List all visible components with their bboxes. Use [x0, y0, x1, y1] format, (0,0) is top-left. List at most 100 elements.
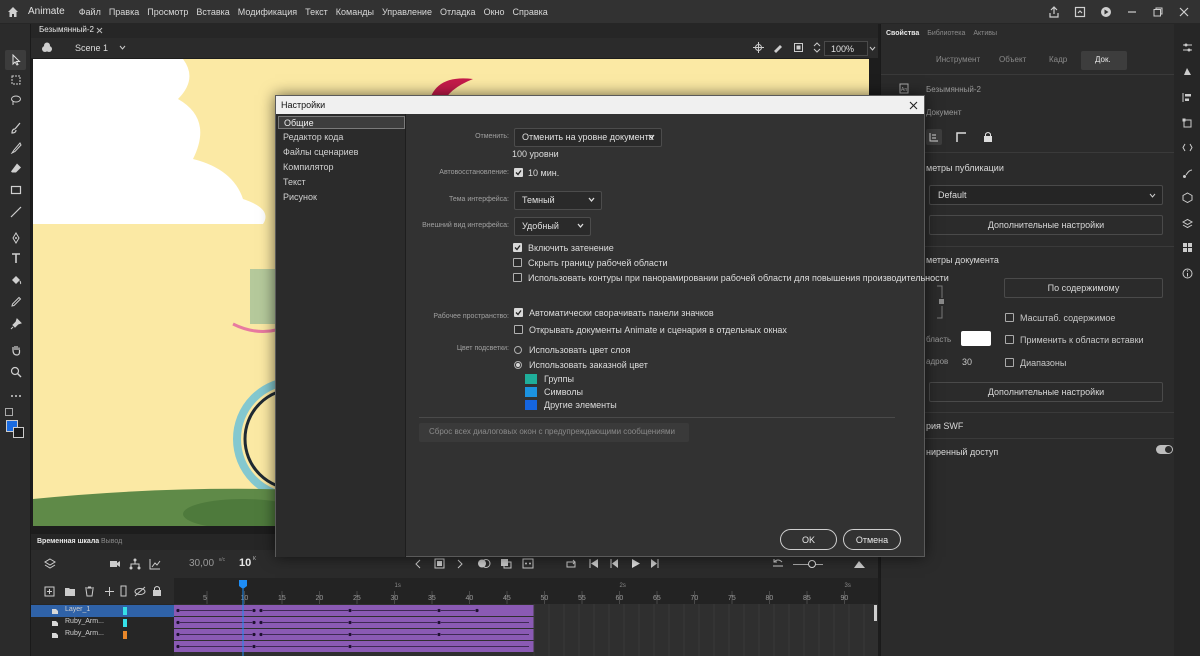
properties-panel-icon[interactable]: [1182, 42, 1193, 53]
graph-icon[interactable]: [149, 558, 161, 570]
stage-color-swatch[interactable]: [961, 331, 991, 346]
menu-control[interactable]: Управление: [382, 7, 432, 17]
layer-row[interactable]: Ruby_Arm...: [31, 629, 174, 641]
publish-settings-header[interactable]: метры публикации: [926, 163, 1004, 173]
play-icon[interactable]: [630, 558, 641, 569]
goto-first-frame-icon[interactable]: [588, 558, 599, 569]
menu-window[interactable]: Окно: [484, 7, 505, 17]
use-layer-color-radio[interactable]: [514, 346, 522, 354]
advanced-settings-button[interactable]: Дополнительные настройки: [929, 215, 1163, 235]
zoom-stepper-icon[interactable]: [813, 41, 821, 54]
delete-layer-icon[interactable]: [84, 586, 95, 597]
open-separate-checkbox[interactable]: [514, 325, 523, 334]
document-settings-header[interactable]: метры документа: [926, 255, 999, 265]
center-stage-icon[interactable]: [753, 42, 764, 53]
color-panel-icon[interactable]: [1182, 66, 1193, 77]
frame-zoom-handle[interactable]: [808, 560, 816, 568]
use-outlines-checkbox[interactable]: [513, 273, 522, 282]
accessibility-toggle[interactable]: [1156, 445, 1173, 454]
share-icon[interactable]: [1048, 6, 1060, 18]
frame-options-icon[interactable]: [522, 558, 534, 569]
onion-skin-icon[interactable]: [477, 558, 491, 569]
other-elements-color-swatch[interactable]: [525, 400, 537, 410]
subtab-doc[interactable]: Док.: [1081, 51, 1127, 70]
fit-frames-icon[interactable]: [772, 558, 784, 569]
category-script-files[interactable]: Файлы сценариев: [278, 146, 405, 159]
code-snippets-icon[interactable]: [1182, 142, 1193, 153]
subtab-frame[interactable]: Кадр: [1049, 55, 1067, 64]
lock-icon[interactable]: [983, 131, 993, 143]
layer-color-chip[interactable]: [123, 619, 127, 627]
insert-frame-icon[interactable]: [434, 558, 445, 569]
category-text[interactable]: Текст: [278, 176, 405, 189]
motion-presets-icon[interactable]: [1182, 168, 1193, 179]
tab-assets[interactable]: Активы: [973, 30, 997, 42]
camera-icon[interactable]: [109, 558, 121, 570]
visibility-icon[interactable]: [134, 586, 146, 597]
mountain-zoom-icon[interactable]: [853, 559, 866, 569]
minimize-icon[interactable]: [1126, 6, 1138, 18]
tab-properties[interactable]: Свойства: [886, 30, 919, 42]
paint-bucket-tool-icon[interactable]: [5, 270, 26, 290]
fill-color-swatch[interactable]: [13, 427, 24, 438]
chevron-down-icon[interactable]: [119, 45, 126, 50]
loop-icon[interactable]: [565, 558, 577, 569]
accessibility-header[interactable]: ниренный доступ: [926, 447, 998, 457]
menu-help[interactable]: Справка: [512, 7, 547, 17]
subtab-object[interactable]: Объект: [999, 55, 1026, 64]
frame-grid[interactable]: [174, 604, 878, 656]
category-compiler[interactable]: Компилятор: [278, 161, 405, 174]
subtab-tool[interactable]: Инструмент: [936, 55, 980, 64]
undo-dropdown[interactable]: Отменить на уровне документа: [514, 128, 662, 147]
new-folder-icon[interactable]: [64, 586, 76, 597]
theme-dropdown[interactable]: Темный: [514, 191, 602, 210]
eyedropper-tool-icon[interactable]: [5, 292, 26, 312]
align-doc-icon[interactable]: [926, 129, 942, 145]
menu-debug[interactable]: Отладка: [440, 7, 476, 17]
enable-shading-checkbox[interactable]: [513, 243, 522, 252]
use-custom-color-radio[interactable]: [514, 361, 522, 369]
scale-content-checkbox[interactable]: [1005, 313, 1014, 322]
undo-levels[interactable]: 100 уровни: [512, 149, 559, 159]
menu-modify[interactable]: Модификация: [238, 7, 297, 17]
edit-multiple-frames-icon[interactable]: [500, 558, 512, 569]
eraser-tool-icon[interactable]: [5, 158, 26, 178]
play-test-icon[interactable]: [1100, 6, 1112, 18]
line-tool-icon[interactable]: [5, 202, 26, 222]
symbols-color-swatch[interactable]: [525, 387, 537, 397]
close-window-icon[interactable]: [1178, 6, 1190, 18]
zoom-dropdown-icon[interactable]: [869, 46, 876, 51]
fit-to-content-button[interactable]: По содержимому: [1004, 278, 1163, 298]
hide-stage-border-checkbox[interactable]: [513, 258, 522, 267]
layer-parenting-icon[interactable]: [129, 558, 141, 570]
pin-tool-icon[interactable]: [5, 314, 26, 334]
apply-paste-checkbox[interactable]: [1005, 335, 1014, 344]
step-back-icon[interactable]: [609, 558, 620, 569]
clip-content-icon[interactable]: [793, 42, 804, 53]
current-frame[interactable]: 10: [239, 557, 251, 569]
layer-row[interactable]: Layer_1: [31, 605, 174, 617]
scene-panel-icon[interactable]: [1182, 218, 1193, 229]
corner-icon[interactable]: [955, 131, 967, 143]
close-tab-icon[interactable]: [96, 27, 103, 34]
publish-icon[interactable]: [1074, 6, 1086, 18]
menu-insert[interactable]: Вставка: [196, 7, 229, 17]
menu-view[interactable]: Просмотр: [147, 7, 188, 17]
cancel-button[interactable]: Отмена: [843, 529, 901, 550]
zoom-tool-icon[interactable]: [5, 362, 26, 382]
category-general[interactable]: Общие: [278, 116, 405, 129]
lock-icon[interactable]: [152, 585, 162, 597]
groups-color-swatch[interactable]: [525, 374, 537, 384]
swf-history-header[interactable]: рия SWF: [926, 421, 963, 431]
more-tools-icon[interactable]: [5, 386, 26, 406]
menu-file[interactable]: Файл: [79, 7, 101, 17]
transform-panel-icon[interactable]: [1182, 118, 1193, 129]
pen-tool-icon[interactable]: [5, 228, 26, 248]
layer-row[interactable]: Ruby_Arm...: [31, 617, 174, 629]
step-forward-icon[interactable]: [649, 558, 660, 569]
text-tool-icon[interactable]: [5, 248, 26, 268]
components-panel-icon[interactable]: [1182, 192, 1193, 203]
autorecovery-interval[interactable]: 10 мин.: [528, 168, 559, 178]
fps-field[interactable]: 30: [962, 357, 972, 367]
paint-brush-tool-icon[interactable]: [5, 138, 26, 158]
